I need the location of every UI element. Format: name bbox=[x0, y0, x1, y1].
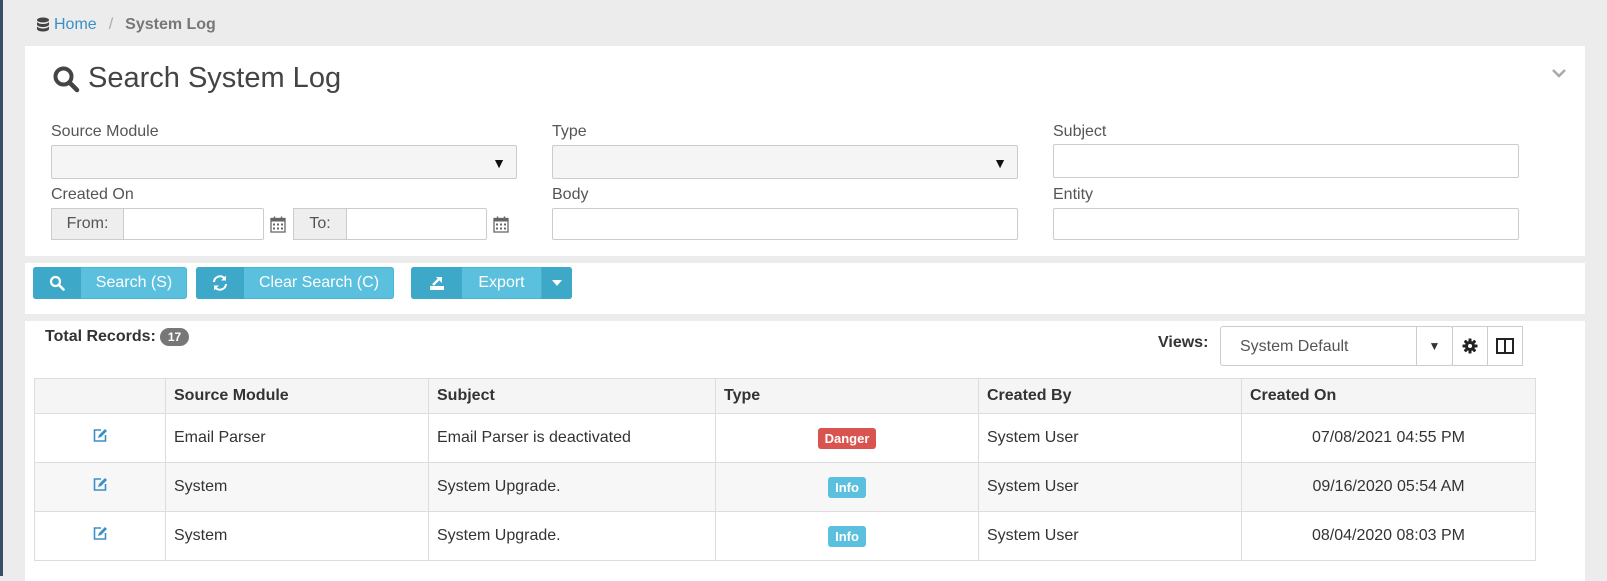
created-on-cell: 07/08/2021 04:55 PM bbox=[1241, 413, 1536, 463]
columns-icon bbox=[1496, 338, 1514, 354]
source-module-label: Source Module bbox=[51, 123, 159, 140]
total-records-badge: 17 bbox=[159, 328, 190, 346]
type-cell: Danger bbox=[715, 413, 979, 463]
search-icon bbox=[33, 267, 81, 299]
source-module-select[interactable]: ▼ bbox=[51, 145, 517, 179]
calendar-icon[interactable] bbox=[270, 216, 286, 233]
type-badge: Info bbox=[828, 525, 866, 547]
clear-search-button[interactable]: Clear Search (C) bbox=[196, 267, 394, 299]
breadcrumb-home-link[interactable]: Home bbox=[36, 16, 97, 34]
type-badge: Info bbox=[828, 476, 866, 498]
results-panel: Total Records: 17 Views: System Default … bbox=[25, 321, 1585, 581]
edit-icon[interactable] bbox=[92, 428, 108, 443]
clear-search-button-label: Clear Search (C) bbox=[258, 274, 380, 291]
refresh-icon bbox=[196, 267, 244, 299]
database-icon bbox=[37, 17, 49, 32]
left-sidebar-edge bbox=[0, 0, 3, 576]
caret-down-icon[interactable] bbox=[541, 267, 572, 299]
subject-input[interactable] bbox=[1053, 144, 1519, 178]
export-button[interactable]: Export bbox=[411, 267, 572, 299]
subject-cell: System Upgrade. bbox=[428, 462, 716, 512]
type-badge: Danger bbox=[817, 427, 877, 449]
source-module-cell: System bbox=[165, 462, 429, 512]
created-by-cell: System User bbox=[978, 511, 1242, 561]
view-settings-button[interactable] bbox=[1452, 326, 1488, 366]
search-button-label: Search (S) bbox=[95, 274, 173, 291]
gear-icon bbox=[1462, 338, 1478, 354]
edit-cell bbox=[34, 511, 166, 561]
column-header-created-by[interactable]: Created By bbox=[978, 378, 1242, 414]
breadcrumb-home-label: Home bbox=[54, 16, 97, 33]
dropdown-arrow-icon: ▼ bbox=[492, 155, 506, 171]
created-on-cell: 08/04/2020 08:03 PM bbox=[1241, 511, 1536, 561]
breadcrumb: Home / System Log bbox=[36, 14, 216, 36]
calendar-icon[interactable] bbox=[493, 216, 509, 233]
export-icon bbox=[411, 267, 462, 299]
search-panel-title-text: Search System Log bbox=[88, 62, 342, 94]
column-header-actions bbox=[34, 378, 166, 414]
source-module-cell: System bbox=[165, 511, 429, 561]
column-header-subject[interactable]: Subject bbox=[428, 378, 716, 414]
source-module-cell: Email Parser bbox=[165, 413, 429, 463]
from-addon: From: bbox=[51, 208, 124, 240]
system-log-table: Source Module Subject Type Created By Cr… bbox=[34, 378, 1536, 561]
export-button-label: Export bbox=[478, 274, 525, 291]
actions-panel: Search (S) Clear Search (C) Export bbox=[25, 263, 1585, 314]
column-header-type[interactable]: Type bbox=[715, 378, 979, 414]
column-header-source-module[interactable]: Source Module bbox=[165, 378, 429, 414]
subject-label: Subject bbox=[1053, 123, 1107, 140]
column-header-created-on[interactable]: Created On bbox=[1241, 378, 1536, 414]
to-addon: To: bbox=[293, 208, 347, 240]
dropdown-arrow-icon: ▼ bbox=[993, 155, 1007, 171]
table-row: System System Upgrade. Info System User … bbox=[34, 462, 1536, 512]
type-cell: Info bbox=[715, 511, 979, 561]
search-panel-title: Search System Log bbox=[52, 62, 341, 95]
columns-button[interactable] bbox=[1487, 326, 1523, 366]
subject-cell: Email Parser is deactivated bbox=[428, 413, 716, 463]
created-by-cell: System User bbox=[978, 413, 1242, 463]
body-input[interactable] bbox=[552, 208, 1018, 240]
breadcrumb-separator: / bbox=[108, 16, 114, 33]
search-button[interactable]: Search (S) bbox=[33, 267, 187, 299]
created-to-input[interactable] bbox=[346, 208, 487, 240]
views-select-value: System Default bbox=[1240, 338, 1349, 355]
chevron-down-icon[interactable] bbox=[1551, 68, 1567, 78]
views-label: Views: bbox=[1158, 334, 1209, 351]
created-by-cell: System User bbox=[978, 462, 1242, 512]
created-on-cell: 09/16/2020 05:54 AM bbox=[1241, 462, 1536, 512]
views-select[interactable]: System Default ▼ bbox=[1220, 326, 1453, 366]
total-records-label: Total Records: bbox=[45, 328, 156, 345]
edit-cell bbox=[34, 462, 166, 512]
dropdown-arrow-icon: ▼ bbox=[1416, 327, 1452, 365]
search-icon bbox=[53, 66, 80, 92]
subject-cell: System Upgrade. bbox=[428, 511, 716, 561]
table-header-row: Source Module Subject Type Created By Cr… bbox=[34, 378, 1536, 414]
entity-input[interactable] bbox=[1053, 208, 1519, 240]
type-cell: Info bbox=[715, 462, 979, 512]
edit-cell bbox=[34, 413, 166, 463]
table-row: Email Parser Email Parser is deactivated… bbox=[34, 413, 1536, 463]
edit-icon[interactable] bbox=[92, 526, 108, 541]
body-label: Body bbox=[552, 186, 589, 203]
breadcrumb-current: System Log bbox=[125, 16, 216, 33]
type-label: Type bbox=[552, 123, 587, 140]
table-row: System System Upgrade. Info System User … bbox=[34, 511, 1536, 561]
created-on-label: Created On bbox=[51, 186, 134, 203]
entity-label: Entity bbox=[1053, 186, 1094, 203]
type-select[interactable]: ▼ bbox=[552, 145, 1018, 179]
edit-icon[interactable] bbox=[92, 477, 108, 492]
created-from-input[interactable] bbox=[123, 208, 264, 240]
search-panel: Search System Log Source Module ▼ Type ▼… bbox=[25, 46, 1585, 256]
total-records: Total Records: 17 bbox=[45, 328, 190, 346]
